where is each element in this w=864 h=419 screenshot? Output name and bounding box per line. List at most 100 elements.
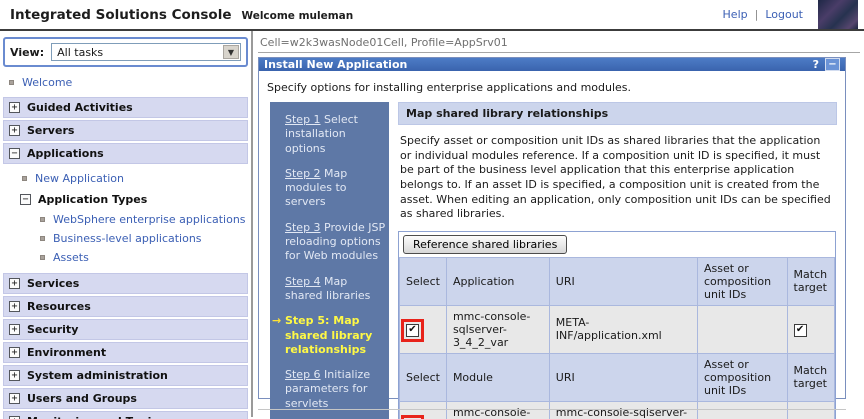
sidebar-section-environment[interactable]: + Environment bbox=[3, 342, 248, 363]
panel-title: Install New Application bbox=[264, 58, 408, 71]
expand-icon[interactable]: + bbox=[9, 393, 20, 404]
sidebar-item-welcome[interactable]: Welcome bbox=[0, 70, 251, 95]
help-link[interactable]: Help bbox=[723, 8, 748, 21]
step-marker bbox=[272, 368, 285, 411]
match-target-cell bbox=[786, 304, 836, 354]
sidebar-section-services[interactable]: + Services bbox=[3, 273, 248, 294]
sidebar-section-resources[interactable]: + Resources bbox=[3, 296, 248, 317]
sidebar-section-guided-activities[interactable]: + Guided Activities bbox=[3, 97, 248, 118]
sidebar-section-system-administration[interactable]: + System administration bbox=[3, 365, 248, 386]
step-marker bbox=[272, 167, 285, 210]
column-header-uri: URI bbox=[548, 352, 698, 402]
table-toolbar: Reference shared libraries bbox=[399, 232, 835, 257]
expand-icon[interactable]: + bbox=[9, 301, 20, 312]
select-application-checkbox[interactable] bbox=[401, 318, 424, 342]
bullet-icon bbox=[40, 217, 45, 222]
step-link[interactable]: Step 4 bbox=[285, 275, 321, 288]
select-cell bbox=[399, 304, 447, 354]
expand-icon[interactable]: + bbox=[9, 370, 20, 381]
footer-divider bbox=[258, 409, 846, 410]
page: Integrated Solutions Console Welcome mul… bbox=[0, 0, 864, 419]
section-label: Applications bbox=[27, 147, 104, 160]
column-header-select: Select bbox=[399, 256, 447, 306]
section-label: Guided Activities bbox=[27, 101, 133, 114]
collapse-icon[interactable]: − bbox=[20, 194, 31, 205]
table-row-module: mmc-console-sqlserver-3.4.2.var mmc-cons… bbox=[399, 400, 836, 419]
step-link[interactable]: Step 3 bbox=[285, 221, 321, 234]
match-target-cell bbox=[786, 400, 836, 419]
step-marker bbox=[272, 113, 285, 156]
select-cell bbox=[399, 400, 447, 419]
step-1[interactable]: Step 1 Select installation options bbox=[272, 113, 386, 156]
step-link[interactable]: Step 2 bbox=[285, 167, 321, 180]
step-6[interactable]: Step 6 Initialize parameters for servlet… bbox=[272, 368, 386, 411]
sidebar-section-applications[interactable]: − Applications bbox=[3, 143, 248, 164]
bullet-icon bbox=[40, 236, 45, 241]
current-step-arrow-icon: → bbox=[272, 314, 282, 328]
expand-icon[interactable]: + bbox=[9, 324, 20, 335]
sidebar-item-label: Assets bbox=[53, 251, 89, 264]
view-dropdown-value: All tasks bbox=[57, 45, 104, 59]
banner-left: Integrated Solutions Console Welcome mul… bbox=[0, 7, 723, 23]
panel-help-icon[interactable]: ? bbox=[813, 58, 819, 71]
uri-cell: mmc-console-sqlserver-3.4.2.var,WEB-INF/… bbox=[548, 400, 698, 419]
sidebar-item-new-application[interactable]: New Application bbox=[0, 168, 251, 189]
match-target-checkbox[interactable] bbox=[793, 323, 807, 337]
sidebar-item-label: Welcome bbox=[22, 76, 73, 89]
applications-children: New Application − Application Types WebS… bbox=[0, 166, 251, 271]
sidebar-section-servers[interactable]: + Servers bbox=[3, 120, 248, 141]
column-header-asset-ids: Asset or composition unit IDs bbox=[696, 256, 788, 306]
bullet-icon bbox=[40, 255, 45, 260]
expand-icon[interactable]: + bbox=[9, 125, 20, 136]
column-header-uri: URI bbox=[548, 256, 698, 306]
navigation-sidebar: View: All tasks ▼ Welcome + Guided Activ… bbox=[0, 31, 253, 419]
shared-library-table: Select Application URI Asset or composit… bbox=[399, 256, 836, 419]
column-header-select: Select bbox=[399, 352, 447, 402]
view-label: View: bbox=[10, 45, 45, 59]
sidebar-section-users-and-groups[interactable]: + Users and Groups bbox=[3, 388, 248, 409]
section-label: Users and Groups bbox=[27, 392, 137, 405]
section-label: Resources bbox=[27, 300, 91, 313]
sidebar-item-websphere-enterprise-applications[interactable]: WebSphere enterprise applications bbox=[0, 210, 251, 229]
wizard-steps-rail: Step 1 Select installation options Step … bbox=[270, 102, 389, 419]
reference-shared-libraries-button[interactable]: Reference shared libraries bbox=[403, 234, 568, 254]
step-3[interactable]: Step 3 Provide JSP reloading options for… bbox=[272, 221, 386, 264]
expand-icon[interactable]: + bbox=[9, 102, 20, 113]
dropdown-arrow-icon[interactable]: ▼ bbox=[223, 45, 239, 59]
step-4[interactable]: Step 4 Map shared libraries bbox=[272, 275, 386, 304]
panel-minimize-icon[interactable]: − bbox=[825, 58, 840, 71]
column-header-match-target: Match target bbox=[786, 256, 836, 306]
view-dropdown[interactable]: All tasks ▼ bbox=[51, 43, 241, 61]
sidebar-item-application-types[interactable]: − Application Types bbox=[0, 189, 251, 210]
sidebar-item-assets[interactable]: Assets bbox=[0, 248, 251, 267]
step-5-current: → Step 5: Map shared library relationshi… bbox=[272, 314, 386, 357]
section-label: Monitoring and Tuning bbox=[27, 415, 167, 419]
expand-icon[interactable]: + bbox=[9, 278, 20, 289]
table-header-row-module: Select Module URI Asset or composition u… bbox=[399, 352, 836, 402]
view-selector-box: View: All tasks ▼ bbox=[3, 37, 248, 67]
section-label: Security bbox=[27, 323, 79, 336]
step-marker bbox=[272, 221, 285, 264]
step-link[interactable]: Step 6 bbox=[285, 368, 321, 381]
main-area: Cell=w2k3wasNode01Cell, Profile=AppSrv01… bbox=[253, 31, 864, 419]
panel-intro-text: Specify options for installing enterpris… bbox=[267, 81, 632, 94]
expand-icon[interactable]: + bbox=[9, 347, 20, 358]
sidebar-section-monitoring-and-tuning[interactable]: + Monitoring and Tuning bbox=[3, 411, 248, 419]
sidebar-item-label: New Application bbox=[35, 172, 124, 185]
wizard-body: Step 1 Select installation options Step … bbox=[259, 99, 845, 419]
step-2[interactable]: Step 2 Map modules to servers bbox=[272, 167, 386, 210]
section-label: Servers bbox=[27, 124, 75, 137]
sidebar-section-security[interactable]: + Security bbox=[3, 319, 248, 340]
step-content-heading: Map shared library relationships bbox=[398, 102, 837, 125]
sidebar-item-label: Business-level applications bbox=[53, 232, 202, 245]
asset-ids-cell bbox=[696, 304, 788, 354]
bullet-icon bbox=[9, 80, 14, 85]
collapse-icon[interactable]: − bbox=[9, 148, 20, 159]
sidebar-item-label: Application Types bbox=[38, 193, 148, 206]
step-link[interactable]: Step 1 bbox=[285, 113, 321, 126]
logout-link[interactable]: Logout bbox=[765, 8, 803, 21]
brand-banner-image bbox=[818, 0, 858, 29]
sidebar-item-business-level-applications[interactable]: Business-level applications bbox=[0, 229, 251, 248]
table-header-row-application: Select Application URI Asset or composit… bbox=[399, 256, 836, 306]
application-name-cell: mmc-console-sqlserver-3_4_2_var bbox=[445, 304, 550, 354]
